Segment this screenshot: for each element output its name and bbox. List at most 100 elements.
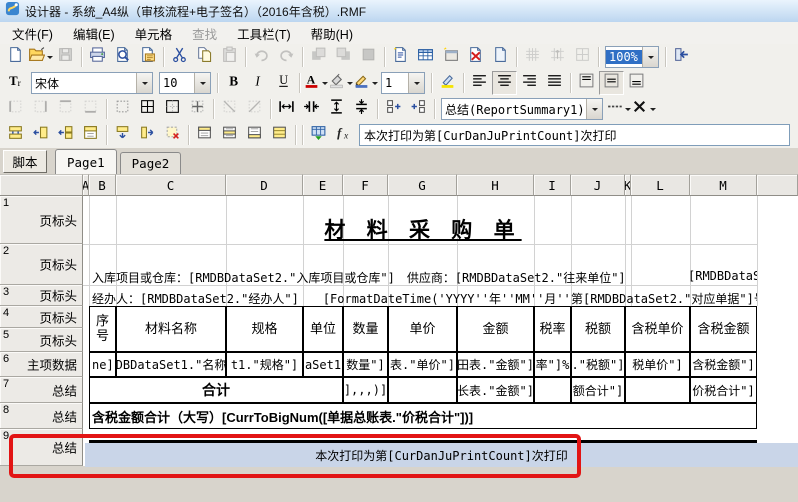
blank-page-button[interactable] [488, 45, 513, 69]
insert-cell-above-button[interactable] [406, 97, 431, 121]
cell-row2-left[interactable]: 入库项目或仓库：[RMDBDataSet2."入库项目或仓库"] 供应商：[RM… [92, 269, 652, 286]
total-cell-1[interactable]: ],,,)] [343, 377, 388, 403]
same-height-button[interactable] [324, 97, 349, 121]
fill-color-button[interactable] [328, 71, 353, 95]
align-left-button[interactable] [467, 71, 492, 95]
detail-cell-4[interactable]: aSet1 [303, 352, 343, 377]
column-header-H[interactable]: H [457, 174, 534, 196]
detail-cell-2[interactable]: DBDataSet1."名称 [116, 352, 226, 377]
font-size-combo-arrow[interactable] [194, 73, 210, 93]
insert-cell-left-button[interactable] [381, 97, 406, 121]
menu-item-6[interactable]: 帮助(H) [301, 22, 363, 44]
field-selector-button[interactable] [306, 123, 331, 147]
border-outline-button[interactable] [160, 97, 185, 121]
row-band-label-5[interactable]: 5页标头 [0, 328, 83, 352]
column-header-B[interactable]: B [89, 174, 116, 196]
band-summary-button[interactable] [267, 123, 292, 147]
row-band-label-6[interactable]: 6主项数据 [0, 352, 83, 377]
align-center-button[interactable] [492, 71, 517, 95]
new-window-button[interactable] [438, 45, 463, 69]
total-cell-2[interactable] [388, 377, 457, 403]
font-name-combo[interactable]: 宋体 [31, 72, 153, 94]
row-band-label-2[interactable]: 2页标头 [0, 244, 83, 285]
menu-item-1[interactable]: 文件(F) [2, 22, 63, 44]
detail-cell-7[interactable]: 田表."金额"] [457, 352, 534, 377]
exit-button[interactable] [669, 45, 694, 69]
font-size-combo[interactable]: 10 [159, 72, 211, 94]
line-style-button[interactable] [606, 97, 631, 121]
band-pageheader-button[interactable] [192, 123, 217, 147]
merge-cells-left-button[interactable] [28, 123, 53, 147]
underline-button[interactable]: U [271, 71, 296, 95]
border-all-button[interactable] [135, 97, 160, 121]
band-combo-arrow[interactable] [586, 99, 602, 119]
column-header-E[interactable]: E [303, 174, 343, 196]
detail-cell-6[interactable]: 表."单价"] [388, 352, 457, 377]
detail-cell-11[interactable]: 含税金额"] [690, 352, 757, 377]
detail-cell-5[interactable]: 数量"] [343, 352, 388, 377]
header-cell-1[interactable]: 序 号 [89, 306, 116, 352]
split-cells-button[interactable] [3, 123, 28, 147]
zoom-combo-arrow[interactable] [642, 47, 658, 67]
header-cell-3[interactable]: 规格 [226, 306, 303, 352]
header-cell-8[interactable]: 税率 [534, 306, 571, 352]
open-folder-button[interactable] [28, 45, 53, 69]
insert-script-page-button[interactable] [388, 45, 413, 69]
row-band-label-7[interactable]: 7总结 [0, 377, 83, 403]
fit-height-button[interactable] [349, 97, 374, 121]
header-cell-9[interactable]: 税额 [571, 306, 625, 352]
total-cell-7[interactable]: 价税合计"] [690, 377, 757, 403]
detail-cell-9[interactable]: ."税额"] [571, 352, 625, 377]
column-header-C[interactable]: C [116, 174, 226, 196]
new-file-button[interactable] [3, 45, 28, 69]
corner-header-cell[interactable] [0, 174, 83, 196]
fx-button[interactable]: fx [331, 123, 356, 147]
band-detail-button[interactable] [242, 123, 267, 147]
cut-button[interactable] [167, 45, 192, 69]
valign-top-button[interactable] [574, 71, 599, 95]
cell-row2-right[interactable]: [RMDBDataSet2. [688, 269, 757, 283]
bold-button[interactable]: B [221, 71, 246, 95]
align-right-button[interactable] [517, 71, 542, 95]
column-header-J[interactable]: J [571, 174, 625, 196]
header-cell-5[interactable]: 数量 [343, 306, 388, 352]
detail-cell-3[interactable]: t1."规格"] [226, 352, 303, 377]
detail-cell-8[interactable]: 率"]% [534, 352, 571, 377]
row-band-label-4[interactable]: 4页标头 [0, 306, 83, 328]
merge-cells-button[interactable] [53, 123, 78, 147]
line-color-button[interactable] [353, 71, 378, 95]
column-header-G[interactable]: G [388, 174, 457, 196]
delete-page-button[interactable] [463, 45, 488, 69]
header-cell-7[interactable]: 金额 [457, 306, 534, 352]
unmerge-cells-button[interactable] [78, 123, 103, 147]
font-name-button[interactable]: Tr [3, 71, 28, 95]
border-inside-button[interactable] [185, 97, 210, 121]
print-preview-button[interactable] [110, 45, 135, 69]
menu-item-2[interactable]: 编辑(E) [63, 22, 125, 44]
column-header-M[interactable]: M [690, 174, 757, 196]
menu-item-5[interactable]: 工具栏(T) [227, 22, 300, 44]
column-header-D[interactable]: D [226, 174, 303, 196]
total-cell-3[interactable]: 长表."金额"] [457, 377, 534, 403]
column-header-L[interactable]: L [631, 174, 690, 196]
font-name-combo-arrow[interactable] [136, 73, 152, 93]
total-label-cell[interactable]: 合计 [89, 377, 343, 403]
line-width-combo-arrow[interactable] [408, 73, 424, 93]
valign-middle-button[interactable] [599, 71, 624, 95]
copy-button[interactable] [192, 45, 217, 69]
bignum-cell[interactable]: 含税金额合计（大写）[CurrToBigNum([单据总账表."价税合计"])] [89, 403, 757, 429]
report-title[interactable]: 材 料 采 购 单 [89, 214, 757, 244]
insert-table-button[interactable] [413, 45, 438, 69]
band-combo[interactable]: 总结(ReportSummary1) [441, 98, 603, 120]
column-header-F[interactable]: F [343, 174, 388, 196]
dropdown-arrow-icon[interactable] [650, 108, 656, 114]
total-cell-4[interactable] [534, 377, 571, 403]
cell-row3-left[interactable]: 经办人：[RMDBDataSet2."经办人"] [FormatDateTime… [92, 290, 568, 307]
dropdown-arrow-icon[interactable] [372, 82, 378, 88]
detail-cell-1[interactable]: ne] [89, 352, 116, 377]
detail-cell-10[interactable]: 税单价"] [625, 352, 690, 377]
formula-input[interactable] [359, 124, 790, 146]
insert-row-below-button[interactable] [110, 123, 135, 147]
header-cell-11[interactable]: 含税金额 [690, 306, 757, 352]
delete-x-button[interactable] [631, 97, 656, 121]
